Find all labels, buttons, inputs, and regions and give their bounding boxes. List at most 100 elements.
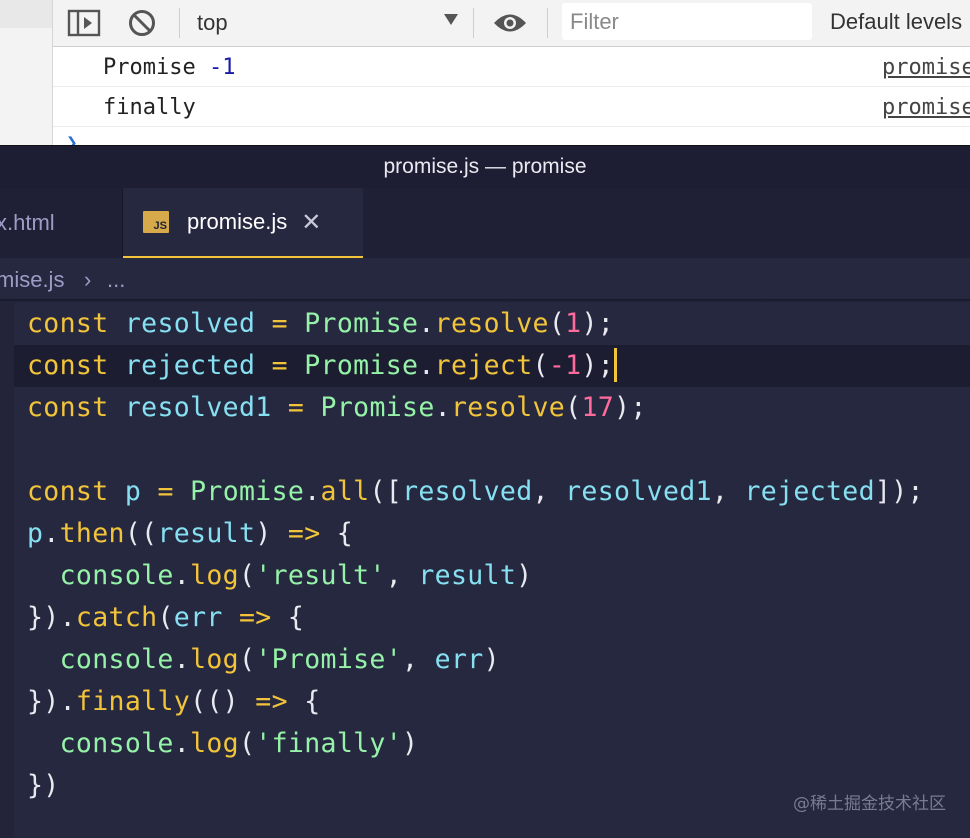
console-log-row: Promise -1 promise — [53, 47, 970, 87]
code-token: ); — [581, 308, 615, 339]
editor-tab-bar: x.html JS promise.js ✕ — [0, 188, 970, 258]
code-token: console — [59, 560, 174, 591]
code-token: , — [532, 476, 566, 507]
code-token: resolved — [402, 476, 533, 507]
context-selector[interactable]: top — [197, 0, 459, 46]
code-token: ); — [614, 392, 647, 423]
code-token: => — [255, 686, 288, 717]
code-token: console — [59, 644, 174, 675]
code-token: = — [271, 308, 288, 339]
code-token: . — [43, 518, 60, 549]
log-number-value: -1 — [208, 55, 236, 80]
code-token: Promise — [304, 350, 419, 381]
code-token: ( — [565, 392, 582, 423]
code-token: ) — [255, 518, 288, 549]
code-token: log — [190, 560, 239, 591]
watermark: @稀土掘金技术社区 — [793, 794, 946, 814]
filter-input[interactable] — [562, 3, 806, 40]
toolbar-divider — [473, 8, 474, 38]
code-token: ( — [238, 560, 256, 591]
breadcrumb-symbols[interactable]: ... — [107, 258, 125, 302]
toolbar-divider — [179, 8, 180, 38]
code-token: ( — [532, 350, 549, 381]
filter-field — [562, 3, 812, 40]
clear-console-icon[interactable] — [127, 0, 157, 46]
code-token: ) — [516, 560, 533, 591]
code-token: ( — [157, 602, 174, 633]
code-line: console.log('result', result) — [27, 555, 533, 597]
code-token: . — [173, 728, 191, 759]
code-token: ) — [483, 644, 500, 675]
code-token: ( — [238, 644, 256, 675]
dropdown-triangle-icon — [443, 12, 459, 31]
code-token: 'result' — [255, 560, 386, 591]
tab-label: promise.js — [187, 209, 288, 234]
log-levels-dropdown[interactable]: Default levels — [830, 0, 962, 46]
code-token: . — [173, 560, 191, 591]
js-file-icon: JS — [143, 211, 169, 233]
close-icon[interactable]: ✕ — [301, 208, 321, 237]
code-line: const rejected = Promise.reject(-1); — [27, 345, 618, 387]
code-line: const resolved1 = Promise.resolve(17); — [27, 387, 647, 429]
code-token: (() — [190, 686, 256, 717]
log-message: finally — [103, 95, 196, 120]
code-token: => — [287, 518, 321, 549]
log-source-link[interactable]: promise — [882, 87, 970, 128]
code-token: 'Promise' — [255, 644, 403, 675]
breadcrumb-file[interactable]: mise.js — [0, 258, 64, 302]
show-sidebar-icon[interactable] — [67, 0, 101, 46]
code-token: resolved1 — [565, 476, 712, 507]
code-token: err — [173, 602, 223, 633]
code-token: log — [190, 728, 239, 759]
log-message: Promise -1 — [103, 55, 236, 80]
code-line: console.log('finally') — [27, 723, 418, 765]
log-source-link[interactable]: promise — [882, 47, 970, 88]
code-token: 17 — [581, 392, 615, 423]
code-token: { — [320, 518, 354, 549]
code-line: const resolved = Promise.resolve(1); — [27, 303, 614, 345]
breadcrumb-chevron-icon: › — [84, 267, 92, 292]
code-token: rejected — [744, 476, 875, 507]
code-token: p — [27, 518, 44, 549]
code-token: , — [711, 476, 745, 507]
code-token: }). — [27, 686, 76, 717]
code-token: resolved — [124, 308, 256, 339]
devtools-sidebar-strip — [0, 0, 53, 145]
code-line: }) — [27, 765, 60, 807]
code-token: rejected — [124, 350, 256, 381]
code-token: . — [304, 476, 321, 507]
tab-index-html[interactable]: x.html — [0, 188, 122, 258]
code-token: }). — [27, 602, 76, 633]
console-log-row: finally promise — [53, 87, 970, 127]
code-token: , — [402, 644, 435, 675]
code-editor[interactable]: const resolved = Promise.resolve(1); cons… — [0, 303, 970, 838]
code-token: 'finally' — [255, 728, 403, 759]
code-token: Promise — [320, 392, 435, 423]
console-prompt-chevron-icon: ❯ — [66, 134, 78, 145]
tab-promise-js[interactable]: JS promise.js ✕ — [123, 188, 363, 258]
code-token: resolved1 — [124, 392, 272, 423]
code-token: catch — [75, 602, 158, 633]
code-token: }) — [27, 770, 60, 801]
code-token: ( — [238, 728, 256, 759]
breadcrumb: mise.js › ... — [0, 258, 970, 300]
code-token: p — [124, 476, 142, 507]
code-token: -1 — [548, 350, 582, 381]
code-token: log — [190, 644, 239, 675]
live-expression-eye-icon[interactable] — [493, 0, 527, 46]
